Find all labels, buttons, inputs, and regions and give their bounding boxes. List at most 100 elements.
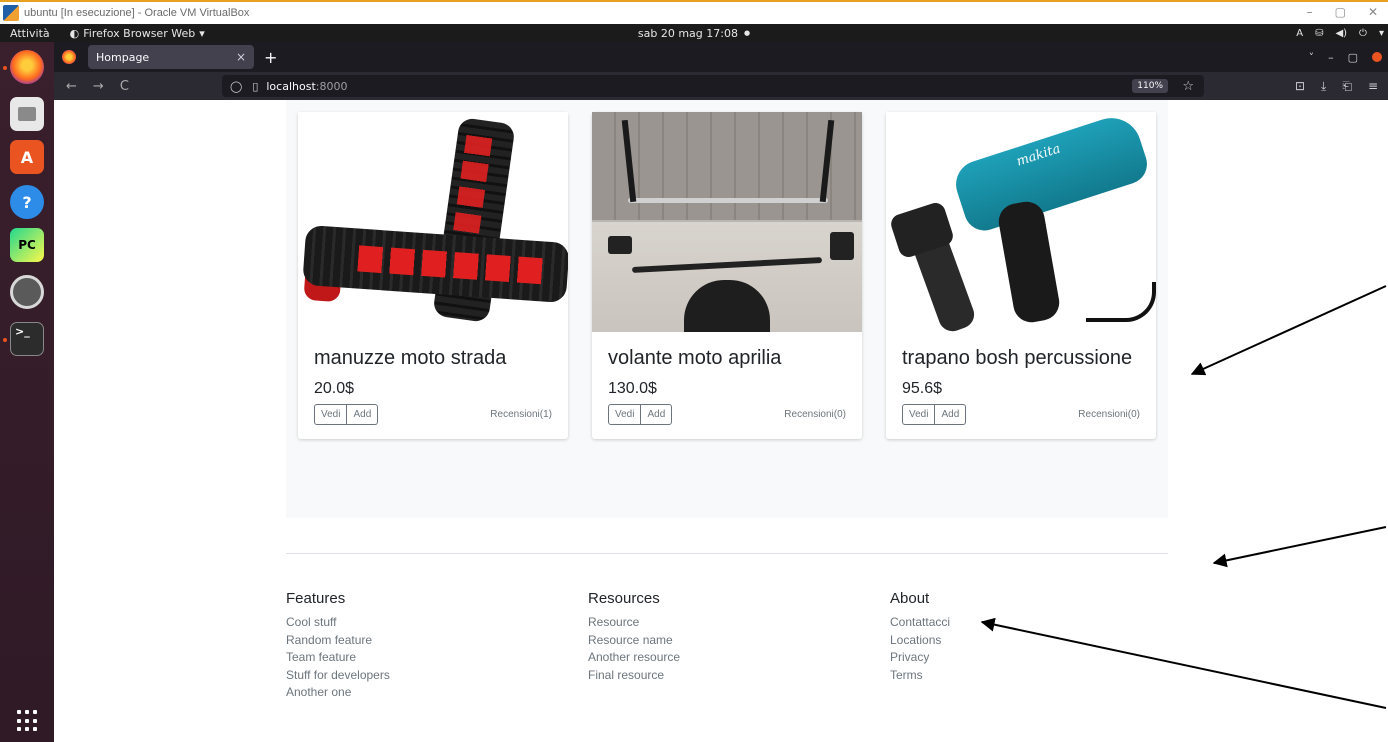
notification-dot-icon: ● — [743, 29, 751, 37]
back-button[interactable]: ← — [66, 79, 77, 94]
shield-icon[interactable]: ◯ — [230, 80, 242, 93]
product-album: manuzze moto strada 20.0$ Vedi Add Recen… — [286, 100, 1168, 518]
new-tab-button[interactable]: + — [264, 48, 277, 67]
product-image-grips — [298, 112, 568, 332]
system-tray[interactable]: A ⛁ ◀) ⏻ ▾ — [1296, 28, 1384, 39]
add-button[interactable]: Add — [935, 404, 967, 425]
product-title: trapano bosh percussione — [902, 347, 1133, 369]
clock-label: sab 20 mag 17:08 — [637, 26, 738, 40]
pocket-icon[interactable]: ⊡ — [1295, 79, 1305, 94]
view-button[interactable]: Vedi — [608, 404, 642, 425]
product-card: makita trapano bosh percussione 95.6$ Ve… — [886, 112, 1156, 439]
footer-about: About Contattacci Locations Privacy Term… — [890, 590, 950, 684]
forward-button[interactable]: → — [93, 79, 104, 94]
footer-resources: Resources Resource Resource name Another… — [588, 590, 680, 684]
running-indicator — [3, 338, 7, 342]
footer-link[interactable]: Random feature — [286, 632, 390, 650]
network-icon: ⛁ — [1315, 27, 1324, 39]
downloads-icon[interactable]: ⤓ — [1321, 79, 1326, 94]
reload-button[interactable]: C — [120, 79, 129, 94]
footer-link[interactable]: Another one — [286, 684, 390, 702]
files-icon[interactable] — [10, 97, 44, 131]
footer-link[interactable]: Resource name — [588, 632, 680, 650]
browser-tab-strip: Hompage × + ˅ – ▢ — [54, 42, 1388, 72]
reviews-count: Recensioni(0) — [784, 409, 846, 420]
footer-link[interactable]: Cool stuff — [286, 614, 390, 632]
vbox-close-button[interactable]: ✕ — [1368, 5, 1378, 19]
firefox-icon[interactable] — [10, 50, 44, 84]
product-price: 95.6$ — [902, 380, 943, 397]
dock: A ? PC >_ — [0, 42, 54, 742]
product-price: 130.0$ — [608, 380, 657, 397]
tab-title: Hompage — [96, 50, 150, 64]
page-icon[interactable]: ▯ — [252, 80, 258, 93]
product-image-handlebars — [592, 112, 862, 332]
accessibility-icon: A — [1296, 27, 1304, 39]
vbox-maximize-button[interactable]: ▢ — [1335, 5, 1346, 19]
view-button[interactable]: Vedi — [314, 404, 348, 425]
footer-heading: About — [890, 590, 930, 607]
running-indicator — [3, 66, 7, 70]
footer-heading: Features — [286, 590, 346, 607]
activities-button[interactable]: Attività — [10, 27, 50, 40]
url-port: :8000 — [315, 79, 348, 93]
url-host: localhost — [266, 79, 316, 93]
product-price: 20.0$ — [314, 380, 355, 397]
tab-hompage[interactable]: Hompage × — [88, 45, 254, 69]
terminal-icon[interactable]: >_ — [10, 322, 44, 356]
view-button[interactable]: Vedi — [902, 404, 936, 425]
product-card: manuzze moto strada 20.0$ Vedi Add Recen… — [298, 112, 568, 439]
footer-link[interactable]: Privacy — [890, 649, 950, 667]
footer-link[interactable]: Team feature — [286, 649, 390, 667]
list-tabs-button[interactable]: ˅ — [1309, 51, 1315, 64]
chevron-down-icon: ▾ — [1378, 27, 1384, 39]
browser-nav-bar: ← → C ◯ ▯ localhost :8000 110% ☆ ⊡ ⤓ ⎗ ≡ — [54, 72, 1388, 100]
volume-icon: ◀) — [1335, 27, 1348, 39]
clock[interactable]: sab 20 mag 17:08 ● — [638, 27, 750, 40]
virtualbox-title-bar: ubuntu [In esecuzione] - Oracle VM Virtu… — [0, 0, 1388, 24]
pycharm-icon[interactable]: PC — [10, 228, 44, 262]
power-icon: ⏻ — [1359, 27, 1367, 39]
product-card: volante moto aprilia 130.0$ Vedi Add Rec… — [592, 112, 862, 439]
add-button[interactable]: Add — [347, 404, 379, 425]
web-page: manuzze moto strada 20.0$ Vedi Add Recen… — [54, 100, 1388, 742]
footer-link[interactable]: Another resource — [588, 649, 680, 667]
add-button[interactable]: Add — [641, 404, 673, 425]
url-bar[interactable]: ◯ ▯ localhost :8000 110% ☆ — [222, 75, 1204, 97]
zoom-level-button[interactable]: 110% — [1132, 79, 1168, 93]
show-applications-icon[interactable] — [17, 710, 39, 732]
firefox-view-icon[interactable] — [62, 50, 76, 64]
window-minimize-button[interactable]: – — [1328, 51, 1334, 64]
reviews-count: Recensioni(1) — [490, 409, 552, 420]
help-icon[interactable]: ? — [10, 185, 44, 219]
window-close-button[interactable] — [1372, 52, 1382, 62]
footer-link[interactable]: Contattacci — [890, 614, 950, 632]
product-title: manuzze moto strada — [314, 347, 507, 369]
window-maximize-button[interactable]: ▢ — [1348, 51, 1358, 64]
menu-hamburger-icon[interactable]: ≡ — [1368, 79, 1378, 94]
virtualbox-logo-icon — [3, 5, 19, 21]
footer-link[interactable]: Locations — [890, 632, 950, 650]
chevron-down-icon: ▾ — [199, 26, 205, 40]
software-store-icon[interactable]: A — [10, 140, 44, 174]
footer-link[interactable]: Final resource — [588, 667, 680, 685]
reviews-count: Recensioni(0) — [1078, 409, 1140, 420]
vbox-minimize-button[interactable]: – — [1307, 5, 1313, 19]
footer-link[interactable]: Stuff for developers — [286, 667, 390, 685]
app-menu-label: Firefox Browser Web — [83, 26, 196, 40]
close-icon[interactable]: × — [236, 50, 246, 64]
footer-heading: Resources — [588, 590, 660, 607]
gnome-top-bar: Attività ◐ Firefox Browser Web ▾ sab 20 … — [0, 24, 1388, 42]
settings-gear-icon[interactable] — [10, 275, 44, 309]
product-title: volante moto aprilia — [608, 347, 782, 369]
product-image-drill: makita — [886, 112, 1156, 332]
footer-features: Features Cool stuff Random feature Team … — [286, 590, 390, 702]
footer-link[interactable]: Terms — [890, 667, 950, 685]
bookmark-star-icon[interactable]: ☆ — [1182, 79, 1194, 94]
footer-divider — [286, 553, 1168, 554]
virtualbox-window-title: ubuntu [In esecuzione] - Oracle VM Virtu… — [24, 7, 250, 19]
footer-link[interactable]: Resource — [588, 614, 680, 632]
app-menu[interactable]: ◐ Firefox Browser Web ▾ — [70, 27, 205, 40]
extensions-icon[interactable]: ⎗ — [1342, 79, 1352, 94]
firefox-small-icon: ◐ — [69, 26, 80, 40]
